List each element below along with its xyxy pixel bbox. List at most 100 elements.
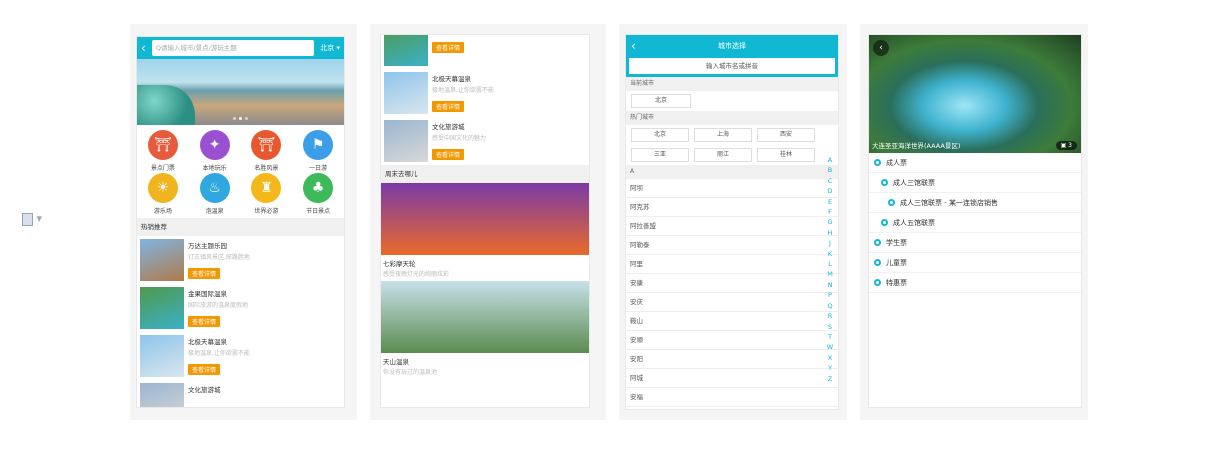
ticket-item[interactable]: 成人五馆联票 [869,213,1081,233]
alphabet-letter[interactable]: Z [825,374,835,384]
weekend-item[interactable]: 天山温泉 你没有玩过的温泉池 [381,281,589,379]
alphabet-letter[interactable]: D [825,186,835,196]
detail-button[interactable]: 查看详情 [188,268,221,279]
alphabet-letter[interactable]: N [825,280,835,290]
alphabet-letter[interactable]: R [825,311,835,321]
alphabet-letter[interactable]: T [825,332,835,342]
city-item[interactable]: 安康 [626,274,838,293]
list-screen: 国际旅游的温泉度假地查看详情北极天幕温泉极地温泉,让你欲罢不能查看详情文化旅游城… [380,34,590,408]
alphabet-letter[interactable]: W [825,342,835,352]
alphabet-letter[interactable]: A [825,155,835,165]
search-input[interactable]: Q请输入城市/景点/游玩主题 [151,40,315,56]
city-selector[interactable]: 北京 ▾ [320,43,340,53]
ticket-screen: ‹ 大连圣亚海洋世界(AAAA景区) ▣ 3 成人票成人三馆联票成人三馆联票 -… [868,34,1082,408]
hot-city-button[interactable]: 三亚 [631,148,689,162]
back-icon[interactable]: ‹ [873,40,889,56]
alphabet-letter[interactable]: P [825,290,835,300]
city-item[interactable]: 阿勒泰 [626,236,838,255]
city-item[interactable]: 安阳 [626,350,838,369]
current-city-button[interactable]: 北京 [631,94,691,108]
city-item[interactable]: 安庆 [626,293,838,312]
alphabet-letter[interactable]: M [825,269,835,279]
alphabet-letter[interactable]: C [825,176,835,186]
section-title: 周末去哪儿 [381,165,589,183]
detail-button[interactable]: 查看详情 [432,149,465,160]
alphabet-letter[interactable]: X [825,353,835,363]
city-item[interactable]: 鞍山 [626,312,838,331]
detail-button[interactable]: 查看详情 [432,101,465,112]
alphabet-letter[interactable]: Y [825,363,835,373]
alphabet-letter[interactable]: H [825,228,835,238]
category-item[interactable]: ⚑ 一日游 [292,130,344,173]
category-item[interactable]: ⛩ 景点门票 [137,130,189,173]
list-item[interactable]: 文化旅游城 [137,380,344,407]
category-item[interactable]: ☀ 游乐场 [137,173,189,216]
city-item[interactable]: 阿里 [626,255,838,274]
alphabet-letter[interactable]: S [825,322,835,332]
city-item[interactable]: 安顺 [626,331,838,350]
category-item[interactable]: ♜ 世界必游 [241,173,293,216]
alphabet-letter[interactable]: Q [825,301,835,311]
alphabet-letter[interactable]: K [825,249,835,259]
city-item[interactable]: 阿城 [626,369,838,388]
thumbnail-image [140,239,184,281]
hot-city-button[interactable]: 上海 [694,128,752,142]
attraction-image[interactable]: ‹ 大连圣亚海洋世界(AAAA景区) ▣ 3 [869,35,1081,153]
hot-city-button[interactable]: 北京 [631,128,689,142]
city-item[interactable]: 阿克苏 [626,198,838,217]
category-label: 名胜风景 [254,165,279,172]
alphabet-letter[interactable]: G [825,217,835,227]
thumbnail-image [140,287,184,329]
detail-button[interactable]: 查看详情 [188,316,221,327]
list-item[interactable]: 金果国际温泉 国际旅游的温泉度假地 查看详情 [137,284,344,332]
city-item[interactable]: 阿拉善盟 [626,217,838,236]
ticket-item[interactable]: 成人票 [869,153,1081,173]
document-icon[interactable]: ▾ [22,212,42,226]
back-icon[interactable]: ‹ [141,41,146,55]
alphabet-letter[interactable]: J [825,238,835,248]
ticket-item[interactable]: 特惠票 [869,273,1081,293]
category-icon: ⛩ [147,130,178,160]
alphabet-letter[interactable]: E [825,197,835,207]
detail-button[interactable]: 查看详情 [188,364,221,375]
ticket-item[interactable]: 成人三馆联票 [869,173,1081,193]
weekend-item[interactable]: 七彩摩天轮 感受夜晚灯光的绚丽炫彩 [381,183,589,281]
city-search-input[interactable]: 输入城市名或拼音 [628,57,836,75]
alphabet-letter[interactable]: F [825,207,835,217]
thumbnail-image [384,120,428,162]
hot-city-button[interactable]: 丽江 [694,148,752,162]
category-icon: ♨ [199,173,230,203]
category-icon: ✦ [199,130,230,160]
category-item[interactable]: ♣ 节日景点 [292,173,344,216]
home-screen: ‹ Q请输入城市/景点/游玩主题 北京 ▾ ⛩ 景点门票 ✦ 本地玩乐 ⛩ 名胜风景 ⚑ 一日… [136,36,345,408]
ticket-item[interactable]: 学生票 [869,233,1081,253]
category-item[interactable]: ⛩ 名胜风景 [241,130,293,173]
category-item[interactable]: ♨ 泡温泉 [189,173,241,216]
banner-image[interactable] [137,59,344,125]
hot-city-button[interactable]: 西安 [757,128,815,142]
alphabet-letter[interactable]: L [825,259,835,269]
item-desc: 国际旅游的温泉度假地 [432,34,492,35]
list-item[interactable]: 国际旅游的温泉度假地查看详情 [381,34,589,69]
detail-button[interactable]: 查看详情 [432,42,465,53]
list-item[interactable]: 北极天幕温泉 极地温泉,让你欲罢不能 查看详情 [381,69,589,117]
ticket-item[interactable]: 成人三馆联票 - 某一连锁店销售 [869,193,1081,213]
list-item[interactable]: 北极天幕温泉 极地温泉,让你欲罢不能 查看详情 [137,332,344,380]
ticket-item[interactable]: 儿童票 [869,253,1081,273]
back-icon[interactable]: ‹ [631,35,636,57]
city-screen: ‹ 城市选择 输入城市名或拼音 当前城市 北京 热门城市 北京 上海 西安 三亚 丽江桂… [625,34,839,410]
hot-city-button[interactable]: 桂林 [757,148,815,162]
city-item[interactable]: 安福 [626,388,838,407]
list-item[interactable]: 万达主题乐园 订古镇风景区,探路胜地 查看详情 [137,236,344,284]
thumbnail-image [384,72,428,114]
city-item[interactable]: 阿坝 [626,179,838,198]
photo-count-badge[interactable]: ▣ 3 [1055,141,1077,150]
alphabet-index[interactable]: ABCDEFGHJKLMNPQRSTWXYZ [825,155,835,384]
category-item[interactable]: ✦ 本地玩乐 [189,130,241,173]
item-desc: 极地温泉,让你欲罢不能 [432,87,494,94]
ticket-label: 成人三馆联票 [893,178,935,187]
hot-city-row: 北京 上海 西安 [626,125,838,145]
alphabet-letter[interactable]: B [825,165,835,175]
item-desc: 订古镇风景区,探路胜地 [188,254,250,261]
list-item[interactable]: 文化旅游城 感受中国文化的魅力 查看详情 [381,117,589,165]
